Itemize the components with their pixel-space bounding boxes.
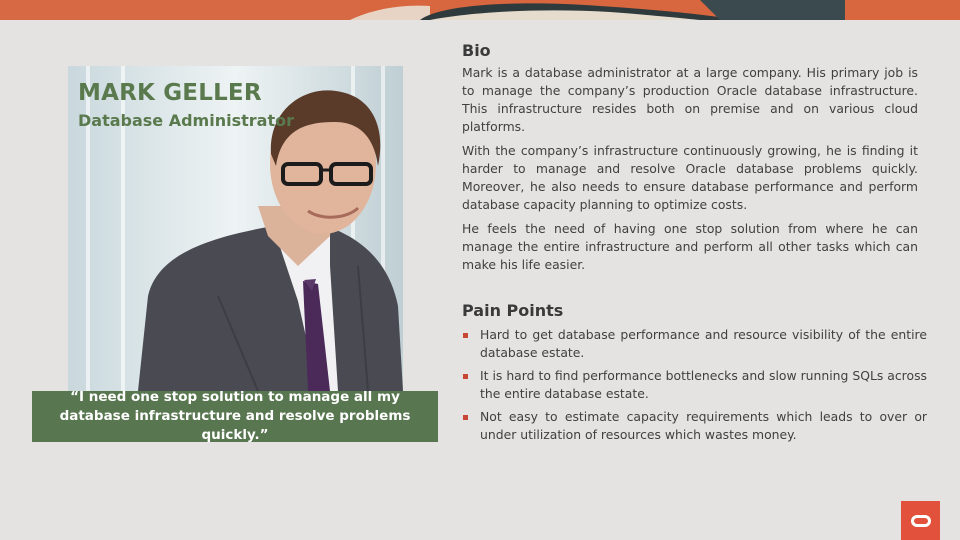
pain-point-text: It is hard to find performance bottlenec… [480,368,927,401]
square-bullet-icon [463,374,468,379]
pain-points-heading: Pain Points [462,301,564,320]
pain-point-text: Hard to get database performance and res… [480,327,927,360]
bio-paragraph: Mark is a database administrator at a la… [462,65,918,134]
square-bullet-icon [463,333,468,338]
bio-paragraph: He feels the need of having one stop sol… [462,221,918,272]
square-bullet-icon [463,415,468,420]
bio-heading: Bio [462,41,491,60]
decorative-banner [0,0,960,20]
bio-paragraph: With the company’s infrastructure contin… [462,143,918,212]
persona-name: MARK GELLER [78,80,262,106]
pain-point-item: It is hard to find performance bottlenec… [462,367,927,403]
persona-quote: “I need one stop solution to manage all … [32,389,438,443]
persona-role: Database Administrator [78,111,294,130]
pain-point-text: Not easy to estimate capacity requiremen… [480,409,927,442]
persona-details: Bio Mark is a database administrator at … [462,40,927,449]
pain-points-list: Hard to get database performance and res… [462,326,927,444]
pain-point-item: Hard to get database performance and res… [462,326,927,362]
persona-photo: MARK GELLER Database Administrator [68,66,403,391]
oracle-logo-icon [901,501,940,540]
pain-point-item: Not easy to estimate capacity requiremen… [462,408,927,444]
